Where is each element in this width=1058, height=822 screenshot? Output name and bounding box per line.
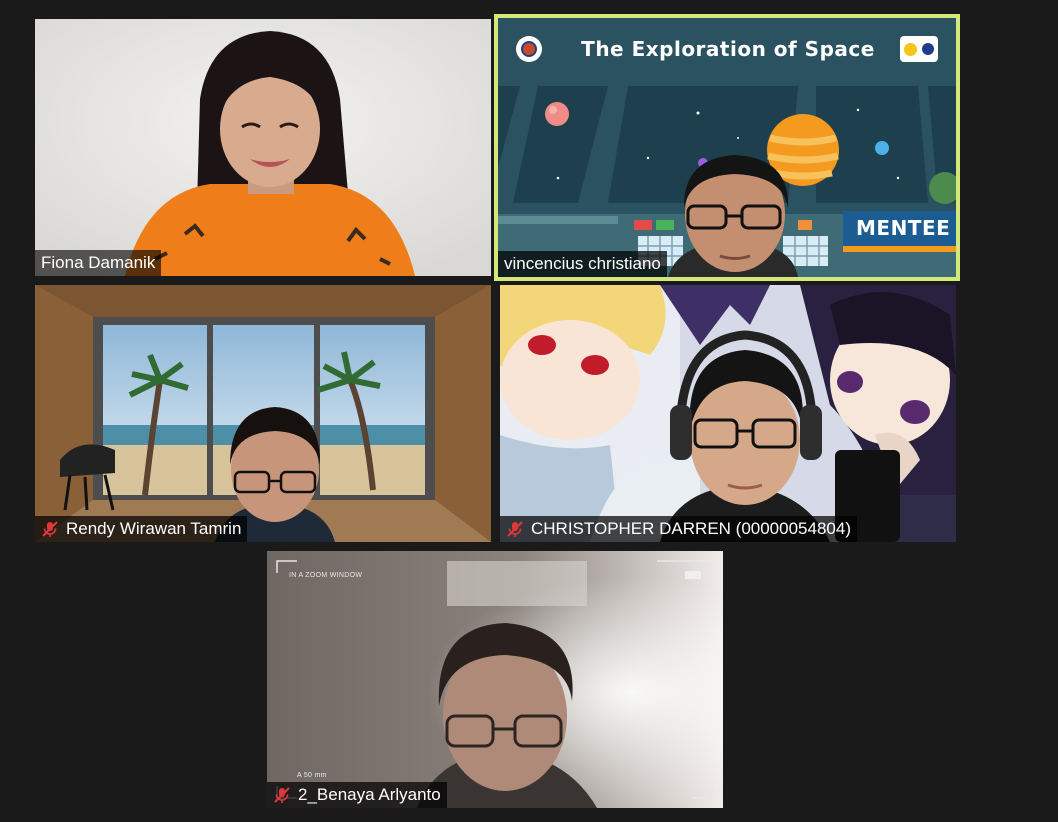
virtual-background-beach-room: [35, 285, 491, 542]
partner-logo-icon: [900, 36, 938, 62]
virtual-background-anime: [500, 285, 956, 542]
microphone-muted-icon: [274, 787, 290, 803]
microphone-muted-icon: [507, 521, 523, 537]
zoom-window-label: IN A ZOOM WINDOW: [289, 572, 363, 579]
participant-name-tag: CHRISTOPHER DARREN (00000054804): [500, 516, 857, 542]
participant-name: CHRISTOPHER DARREN (00000054804): [531, 519, 851, 538]
participant-video: [267, 551, 723, 808]
video-tile-vincencius[interactable]: The Exploration of Space MENTEE vincenci…: [494, 14, 960, 281]
video-tile-rendy[interactable]: Rendy Wirawan Tamrin: [35, 285, 491, 542]
participant-name: vincencius christiano: [504, 254, 661, 273]
participant-name: 2_Benaya Arlyanto: [298, 785, 441, 804]
participant-name-tag: Fiona Damanik: [35, 250, 162, 276]
participant-video: [35, 19, 491, 276]
participant-name-tag: 2_Benaya Arlyanto: [267, 782, 447, 808]
microphone-muted-icon: [42, 521, 58, 537]
video-tile-christopher[interactable]: CHRISTOPHER DARREN (00000054804): [500, 285, 956, 542]
video-tile-fiona[interactable]: Fiona Damanik: [35, 19, 491, 276]
participant-name: Rendy Wirawan Tamrin: [66, 519, 242, 538]
mentee-badge: MENTEE: [856, 216, 951, 240]
participant-name-tag: vincencius christiano: [498, 251, 667, 277]
space-title: The Exploration of Space: [581, 37, 875, 61]
university-logo-icon: [516, 36, 542, 62]
lens-readout: A 50 mm: [297, 772, 327, 779]
video-tile-benaya[interactable]: IN A ZOOM WINDOW A 50 mm 2_Benaya Arlyan…: [267, 551, 723, 808]
participant-name-tag: Rendy Wirawan Tamrin: [35, 516, 248, 542]
participant-name: Fiona Damanik: [41, 253, 156, 272]
